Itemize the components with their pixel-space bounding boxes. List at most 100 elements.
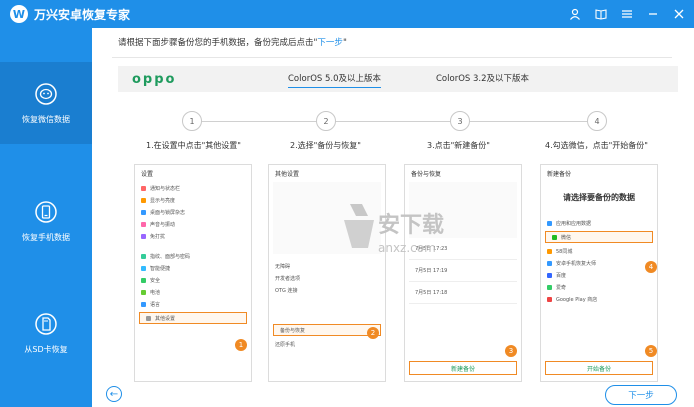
list-item-label: 声音与振动 (150, 221, 176, 228)
user-icon[interactable] (568, 7, 582, 21)
main-panel: 请根据下面步骤备份您的手机数据，备份完成后点击"下一步" oppo ColorO… (92, 28, 694, 407)
phone-header: 备份与恢复 (411, 171, 442, 178)
tab-coloros-5[interactable]: ColorOS 5.0及以上版本 (288, 72, 381, 88)
sidebar: 恢复微信数据 恢复手机数据 从SD卡恢复 (0, 28, 92, 407)
step-circle: 2 (316, 111, 336, 131)
phone-header: 新建备份 (547, 171, 572, 178)
minimize-icon[interactable] (646, 7, 660, 21)
wechat-recover-icon (35, 82, 57, 105)
list-item-other-settings: 其他设置 (139, 312, 247, 324)
list-item-backup-restore: 备份与恢复 (273, 324, 381, 336)
sidebar-item-label: 从SD卡恢复 (24, 344, 68, 354)
phone-header: 其他设置 (275, 171, 300, 178)
list-item: 语言 (135, 298, 251, 310)
list-item-label: 免打扰 (150, 233, 166, 240)
instruction-prefix: 请根据下面步骤备份您的手机数据，备份完成后点击" (118, 38, 318, 48)
list-item-label: 智能便捷 (150, 265, 171, 272)
list-item: Google Play 商店 (541, 293, 657, 305)
list-item-label: 百度 (556, 272, 567, 279)
list-item: 智能便捷 (135, 262, 251, 274)
svg-text:安下载: 安下载 (378, 212, 444, 238)
step-circle: 3 (450, 111, 470, 131)
list-item: OTG 连接 (269, 284, 385, 296)
list-item-label: Google Play 商店 (556, 296, 598, 303)
list-item-label: 58同城 (556, 248, 573, 255)
step-badge: 3 (505, 345, 517, 357)
new-backup-button: 新建备份 (409, 361, 517, 375)
list-item-label: 电池 (150, 289, 161, 296)
list-item: 无障碍 (269, 260, 385, 272)
list-item-label: 语言 (150, 301, 161, 308)
list-item-label: 应用和应用数据 (556, 220, 592, 227)
list-item: 显示与亮度 (135, 194, 251, 206)
phone-recover-icon (35, 200, 57, 223)
sidebar-item-phone[interactable]: 恢复手机数据 (0, 180, 92, 262)
backup-record: 7月5日 17:18 (409, 282, 517, 304)
list-item-label: 微信 (561, 234, 572, 241)
list-item-label: 备份与恢复 (280, 327, 306, 334)
app-logo-icon: W (10, 5, 28, 23)
list-item-label: 安卓手机恢复大师 (556, 260, 597, 267)
step-circle: 4 (587, 111, 607, 131)
step-badge: 5 (645, 345, 657, 357)
backup-record: 7月5日 17:19 (409, 260, 517, 282)
next-button[interactable]: 下一步 (605, 385, 677, 405)
backup-record-time: 7月5日 17:19 (415, 268, 448, 274)
watermark: 安下载 anxz.com (330, 196, 470, 258)
title-bar: W 万兴安卓恢复专家 (0, 0, 694, 28)
step-label: 3.点击"新建备份" (427, 141, 490, 150)
list-item: 开发者选项 (269, 272, 385, 284)
list-item: 指纹、面部与密码 (135, 250, 251, 262)
step-badge: 4 (645, 261, 657, 273)
sidebar-item-sdcard[interactable]: 从SD卡恢复 (0, 292, 92, 374)
sidebar-item-label: 恢复微信数据 (22, 114, 70, 124)
watermark-text: anxz.com (378, 241, 436, 255)
oppo-logo: oppo (132, 72, 177, 87)
start-backup-button: 开始备份 (545, 361, 653, 375)
step-circle: 1 (182, 111, 202, 131)
sidebar-item-wechat[interactable]: 恢复微信数据 (0, 62, 92, 144)
list-item: 应用和应用数据 (541, 217, 657, 229)
app-title: 万兴安卓恢复专家 (34, 7, 131, 22)
phone-header: 设置 (141, 171, 154, 178)
list-item-label: OTG 连接 (275, 287, 298, 294)
list-item: 安全 (135, 274, 251, 286)
list-item: 安卓手机恢复大师 (541, 257, 657, 269)
list-item: 桌面与锁屏杂志 (135, 206, 251, 218)
close-icon[interactable] (672, 7, 686, 21)
list-item: 电池 (135, 286, 251, 298)
phone-screenshot-settings: 设置 通知与状态栏 显示与亮度 桌面与锁屏杂志 声音与振动 免打扰 指纹、面部与… (134, 164, 252, 382)
list-item-label: 桌面与锁屏杂志 (150, 209, 186, 216)
list-item-label: 爱奇 (556, 284, 567, 291)
tab-coloros-3[interactable]: ColorOS 3.2及以下版本 (436, 72, 529, 84)
divider (112, 57, 672, 58)
list-item: 爱奇 (541, 281, 657, 293)
list-item-label: 还原手机 (275, 341, 296, 348)
step-label: 4.勾选微信，点击"开始备份" (545, 141, 648, 150)
list-item-label: 指纹、面部与密码 (150, 253, 191, 260)
list-item: 声音与振动 (135, 218, 251, 230)
next-step-link[interactable]: 下一步 (317, 38, 343, 48)
instruction-text: 请根据下面步骤备份您的手机数据，备份完成后点击"下一步" (118, 36, 347, 48)
back-arrow-icon[interactable]: ← (106, 386, 122, 402)
step-badge: 2 (367, 327, 379, 339)
list-item-label: 开发者选项 (275, 275, 301, 282)
list-item-label: 通知与状态栏 (150, 185, 181, 192)
step-progress-line (192, 121, 597, 122)
sdcard-icon (35, 312, 57, 335)
instruction-suffix: " (342, 38, 347, 48)
list-item: 通知与状态栏 (135, 182, 251, 194)
os-tab-bar: oppo ColorOS 5.0及以上版本 ColorOS 3.2及以下版本 (118, 66, 678, 92)
list-item-wechat: 微信 (545, 231, 653, 243)
list-item-label: 安全 (150, 277, 161, 284)
list-item-label: 显示与亮度 (150, 197, 176, 204)
menu-icon[interactable] (620, 7, 634, 21)
backup-record-time: 7月5日 17:18 (415, 290, 448, 296)
list-item: 58同城 (541, 245, 657, 257)
step-label: 1.在设置中点击"其他设置" (146, 141, 241, 150)
list-item: 还原手机 (269, 338, 385, 350)
step-badge: 1 (235, 339, 247, 351)
list-item-label: 无障碍 (275, 263, 291, 270)
book-icon[interactable] (594, 7, 608, 21)
